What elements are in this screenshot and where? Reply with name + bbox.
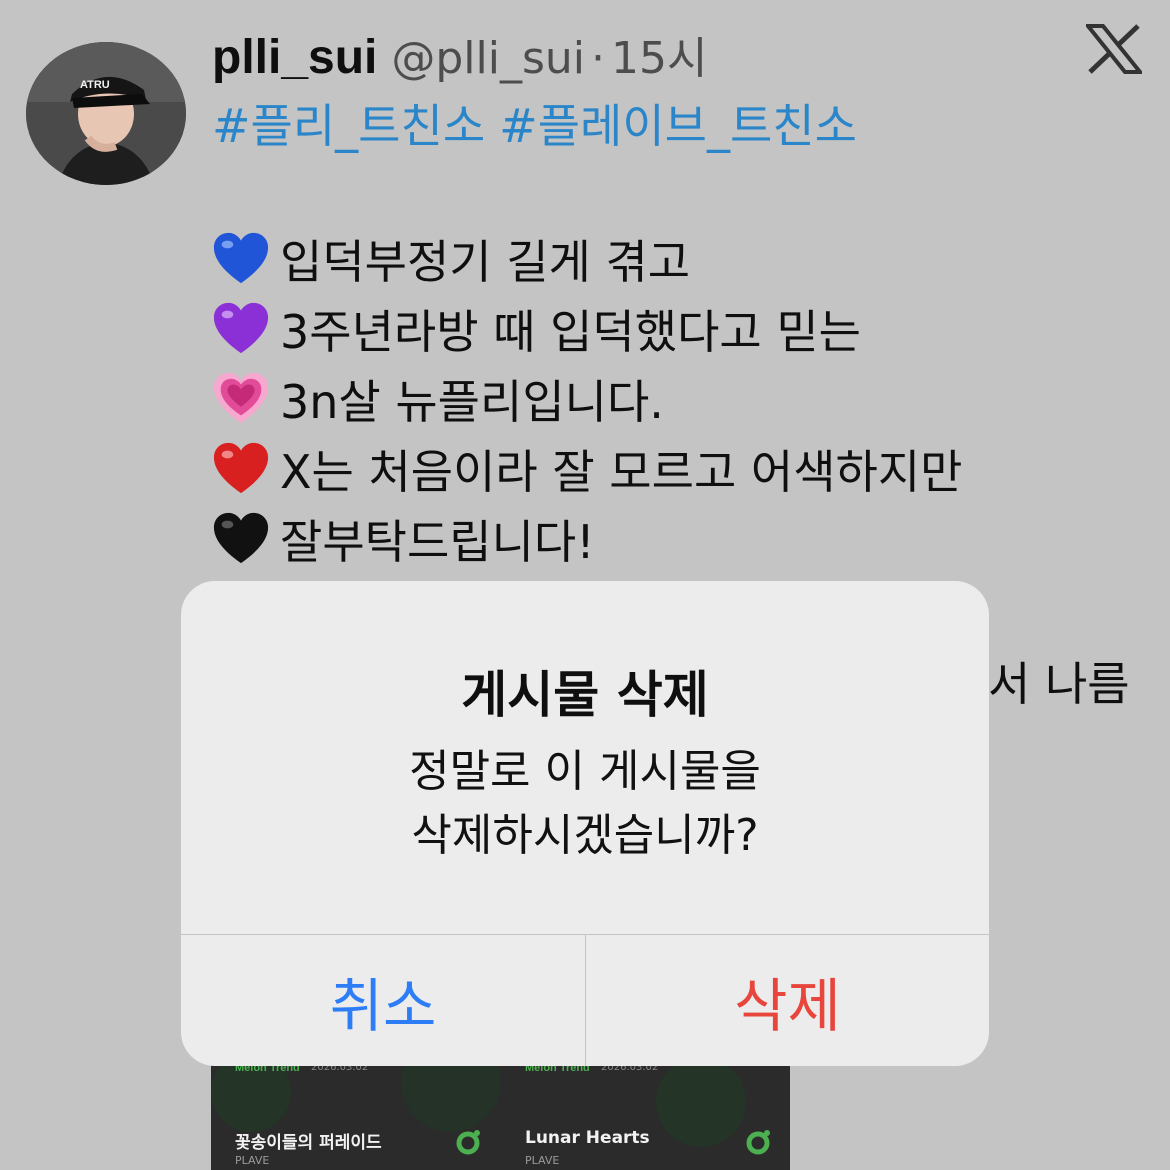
media-card[interactable]: Melon Trend 2026.03.02 꽃송이들의 퍼레이드 PLAVE [211,1062,500,1170]
melon-logo-icon [746,1130,770,1155]
delete-button[interactable]: 삭제 [586,935,989,1066]
display-name[interactable]: plli_sui [212,30,377,85]
dialog-message: 정말로 이 게시물을 삭제하시겠습니까? [181,740,989,868]
tweet-line-text: 3주년라방 때 입덕했다고 믿는 [280,305,861,359]
media-title: Lunar Hearts [525,1128,650,1148]
post-time: 15시 [611,33,708,84]
media-attachment[interactable]: Melon Trend 2026.03.02 꽃송이들의 퍼레이드 PLAVE … [211,1062,790,1170]
avatar[interactable]: ATRU [26,42,186,185]
media-card[interactable]: Melon Trend 2026.03.02 Lunar Hearts PLAV… [501,1062,790,1170]
media-artist: PLAVE [525,1154,560,1167]
hashtag[interactable]: #플리_트친소 [212,99,485,153]
red-heart-icon [213,442,269,494]
avatar-image: ATRU [26,42,186,185]
blue-heart-icon [213,232,269,284]
purple-heart-icon [213,302,269,354]
dialog-message-line: 정말로 이 게시물을 [409,746,761,797]
media-artist: PLAVE [235,1154,270,1167]
tweet-line-text: 입덕부정기 길게 겪고 [280,235,691,289]
tweet-line: 3n살 뉴플리입니다. [212,364,962,434]
hashtag[interactable]: #플레이브_트친소 [499,99,857,153]
tweet-line-text: X는 처음이라 잘 모르고 어색하지만 [280,445,963,499]
tweet-header: plli_sui @plli_sui · 15시 [212,22,707,85]
cancel-button[interactable]: 취소 [181,935,585,1066]
melon-logo-icon [456,1130,480,1155]
tweet-body: 입덕부정기 길게 겪고 3주년라방 때 입덕했다고 믿는 3n살 뉴플리입니다.… [212,224,962,574]
tweet-line: X는 처음이라 잘 모르고 어색하지만 [212,434,962,504]
tweet-line: 잘부탁드립니다! [212,504,962,574]
tweet-partial-text: 서 나름 [988,657,1130,711]
media-title: 꽃송이들의 퍼레이드 [235,1133,382,1153]
pink-heart-icon [213,372,269,424]
svg-text:ATRU: ATRU [80,79,110,91]
separator-dot: · [591,33,606,84]
dialog-message-line: 삭제하시겠습니까? [411,810,759,861]
x-logo-icon [1083,24,1145,74]
tweet-line: 3주년라방 때 입덕했다고 믿는 [212,294,962,364]
tweet-line-text: 잘부탁드립니다! [280,515,595,569]
user-handle[interactable]: @plli_sui [391,33,585,84]
tweet-line-text: 3n살 뉴플리입니다. [280,375,664,429]
black-heart-icon [213,512,269,564]
tweet-line: 입덕부정기 길게 겪고 [212,224,962,294]
hashtag-line: #플리_트친소 #플레이브_트친소 [212,90,871,156]
dialog-title: 게시물 삭제 [461,666,709,724]
